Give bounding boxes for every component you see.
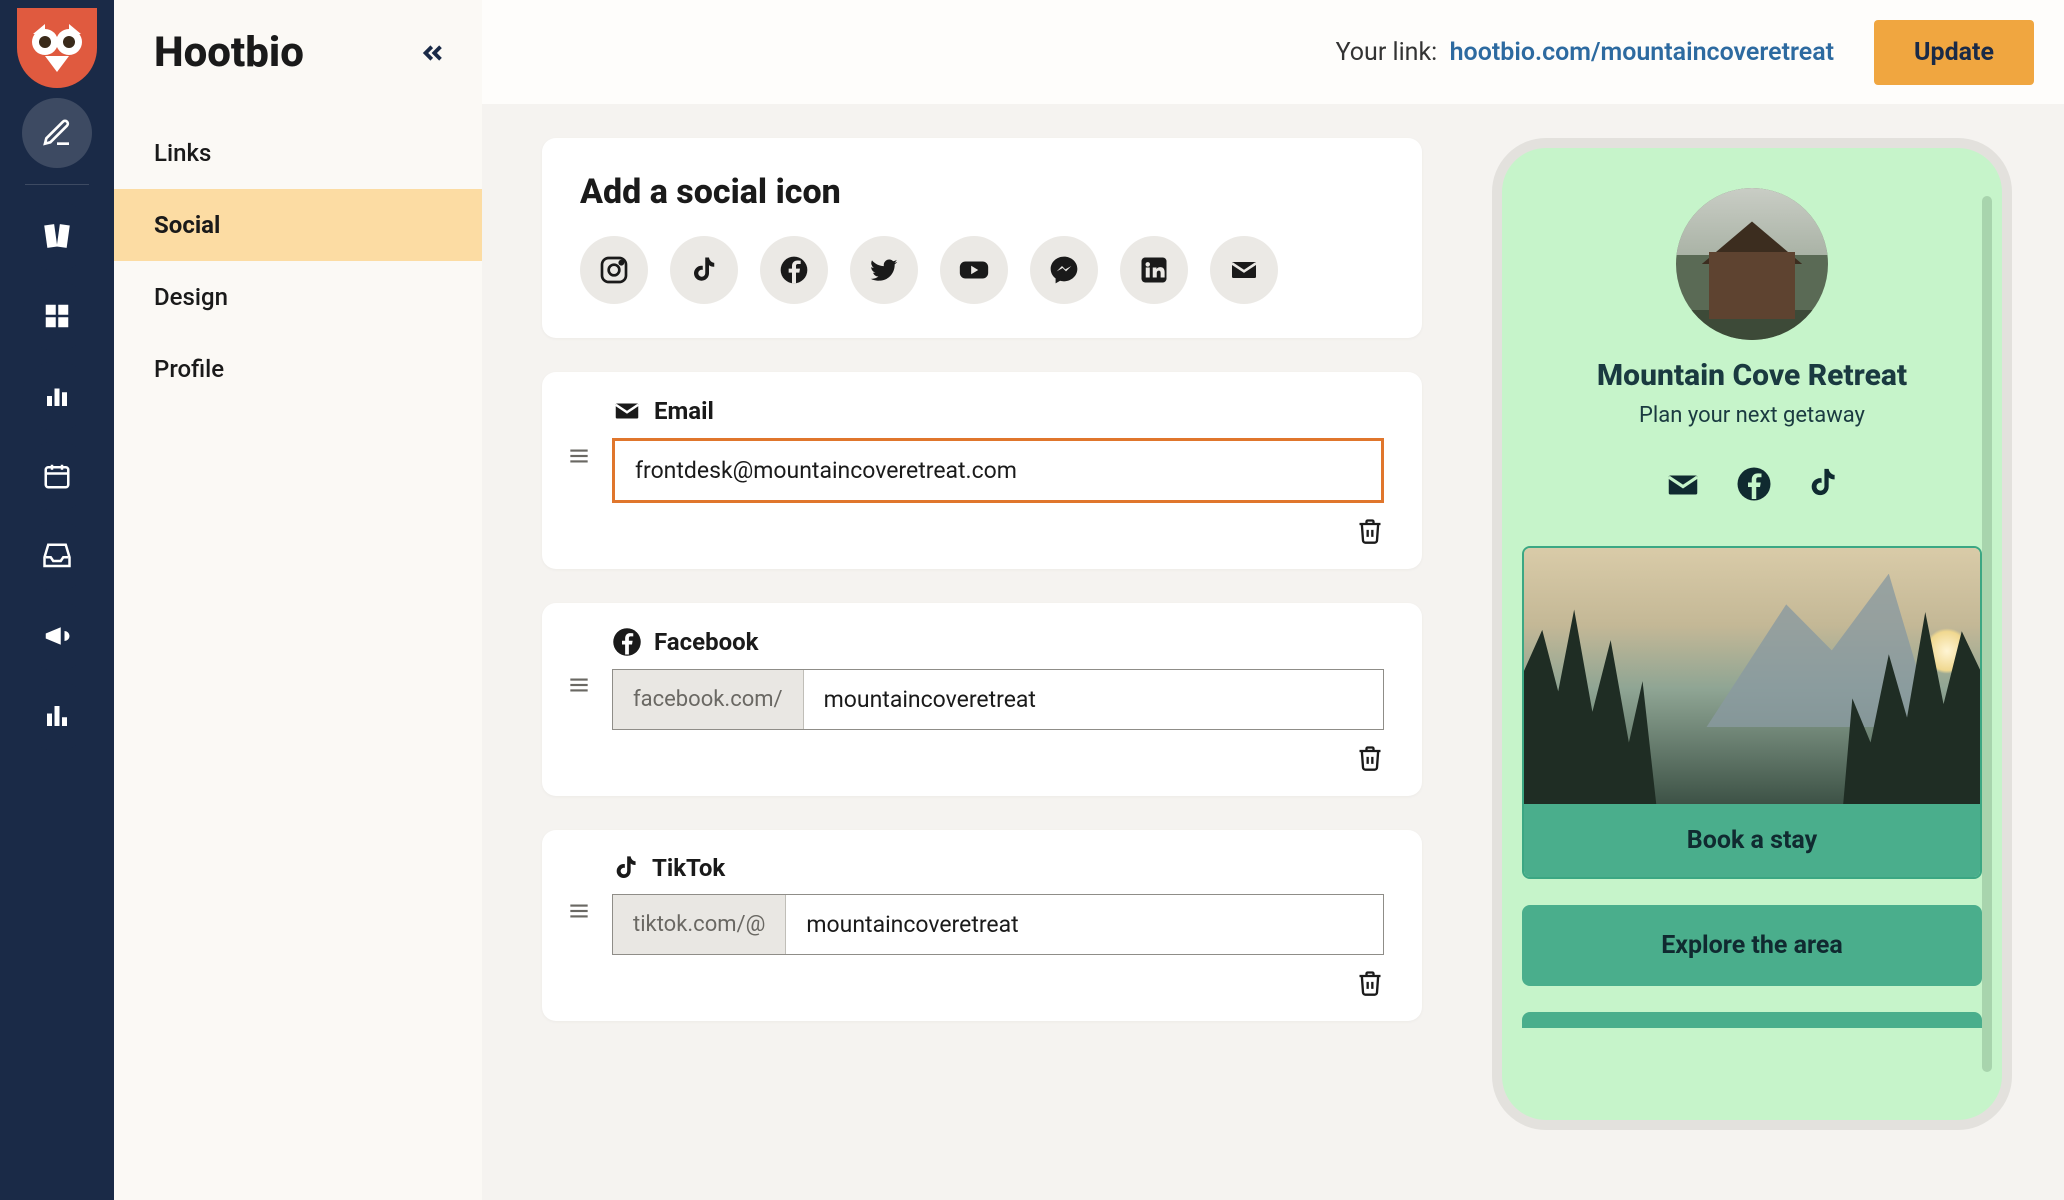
rail-item-inbox[interactable] <box>22 521 92 591</box>
add-social-card: Add a social icon <box>542 138 1422 338</box>
preview-subtitle: Plan your next getaway <box>1639 403 1865 428</box>
sidebar-item-design[interactable]: Design <box>114 261 482 333</box>
brand-name: Hootbio <box>154 28 304 77</box>
your-link-label: Your link: <box>1336 38 1438 67</box>
social-item-email: Email <box>542 372 1422 569</box>
social-item-label: Email <box>654 397 714 425</box>
update-button[interactable]: Update <box>1874 20 2034 85</box>
delete-button[interactable] <box>1356 744 1384 772</box>
preview-button-label: Book a stay <box>1524 804 1980 877</box>
instagram-icon[interactable] <box>580 236 648 304</box>
preview-link-button-partial[interactable] <box>1522 1012 1982 1028</box>
linkedin-icon[interactable] <box>1120 236 1188 304</box>
email-icon[interactable] <box>1664 466 1702 504</box>
rail-item-calendar[interactable] <box>22 441 92 511</box>
rail-item-streams[interactable] <box>22 201 92 271</box>
add-social-heading: Add a social icon <box>580 172 1384 212</box>
delete-button[interactable] <box>1356 969 1384 997</box>
twitter-icon[interactable] <box>850 236 918 304</box>
sidebar: Hootbio Links Social Design Profile <box>114 0 482 1200</box>
drag-handle-icon[interactable] <box>566 443 592 469</box>
preview-link-card[interactable]: Book a stay <box>1522 546 1982 879</box>
social-item-label: Facebook <box>654 628 759 656</box>
social-item-tiktok: TikTok tiktok.com/@ <box>542 830 1422 1021</box>
facebook-icon[interactable] <box>1736 466 1772 504</box>
drag-handle-icon[interactable] <box>566 898 592 924</box>
messenger-icon[interactable] <box>1030 236 1098 304</box>
editor-column: Add a social icon <box>542 138 1422 1200</box>
rail-item-reports[interactable] <box>22 681 92 751</box>
social-item-facebook: Facebook facebook.com/ <box>542 603 1422 796</box>
delete-button[interactable] <box>1356 517 1384 545</box>
sidebar-item-social[interactable]: Social <box>114 189 482 261</box>
input-prefix: facebook.com/ <box>613 670 804 729</box>
sidebar-item-profile[interactable]: Profile <box>114 333 482 405</box>
sidebar-item-links[interactable]: Links <box>114 117 482 189</box>
preview-column: Mountain Cove Retreat Plan your next get… <box>1482 138 2022 1200</box>
drag-handle-icon[interactable] <box>566 672 592 698</box>
input-prefix: tiktok.com/@ <box>613 895 786 954</box>
rail-item-compose[interactable] <box>22 98 92 168</box>
email-input[interactable] <box>615 441 1381 500</box>
phone-preview: Mountain Cove Retreat Plan your next get… <box>1492 138 2012 1130</box>
tiktok-icon[interactable] <box>1806 466 1840 504</box>
facebook-icon <box>612 627 642 657</box>
email-icon <box>612 396 642 426</box>
tiktok-icon[interactable] <box>670 236 738 304</box>
rail-item-dashboard[interactable] <box>22 281 92 351</box>
social-item-label: TikTok <box>652 854 725 882</box>
your-link-url[interactable]: hootbio.com/mountaincoveretreat <box>1450 38 1834 67</box>
preview-link-button[interactable]: Explore the area <box>1522 905 1982 986</box>
tiktok-input[interactable] <box>786 895 1383 954</box>
rail-item-announce[interactable] <box>22 601 92 671</box>
email-icon[interactable] <box>1210 236 1278 304</box>
tiktok-icon <box>612 854 640 882</box>
social-icon-palette <box>580 236 1384 304</box>
collapse-sidebar-button[interactable] <box>418 38 448 68</box>
facebook-input[interactable] <box>804 670 1383 729</box>
facebook-icon[interactable] <box>760 236 828 304</box>
youtube-icon[interactable] <box>940 236 1008 304</box>
preview-scrollbar[interactable] <box>1982 196 1992 1072</box>
your-link-text: Your link: hootbio.com/mountaincoveretre… <box>1336 38 1834 67</box>
preview-avatar <box>1676 188 1828 340</box>
rail-item-analytics[interactable] <box>22 361 92 431</box>
topbar: Your link: hootbio.com/mountaincoveretre… <box>482 0 2064 104</box>
preview-social-row <box>1664 466 1840 504</box>
preview-hero-image <box>1524 548 1980 804</box>
app-logo <box>17 8 97 88</box>
main-area: Your link: hootbio.com/mountaincoveretre… <box>482 0 2064 1200</box>
preview-title: Mountain Cove Retreat <box>1597 358 1907 393</box>
app-rail <box>0 0 114 1200</box>
